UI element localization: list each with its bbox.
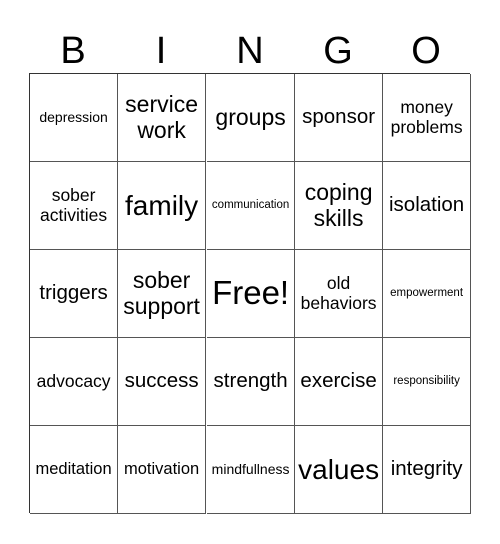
cell-label: empowerment [390, 287, 464, 300]
bingo-cell[interactable]: service work [118, 74, 207, 162]
bingo-cell[interactable]: values [295, 426, 384, 514]
cell-label: sober support [123, 266, 200, 319]
cell-label: values [298, 453, 380, 485]
cell-label: responsibility [393, 375, 460, 388]
bingo-cell[interactable]: family [118, 162, 207, 250]
cell-label: success [124, 369, 199, 393]
bingo-cell[interactable]: motivation [118, 426, 207, 514]
header-letter-g: G [323, 30, 353, 72]
cell-label: depression [39, 108, 108, 125]
bingo-cell[interactable]: sober support [118, 250, 207, 338]
cell-label: sponsor [302, 105, 376, 129]
cell-label: isolation [388, 193, 465, 217]
cell-label: Free! [212, 274, 290, 312]
cell-label: communication [211, 199, 290, 212]
free-space-cell[interactable]: Free! [207, 250, 296, 338]
bingo-cell[interactable]: sponsor [295, 74, 384, 162]
bingo-cell[interactable]: advocacy [30, 338, 119, 426]
bingo-cell[interactable]: meditation [30, 426, 119, 514]
cell-label: money problems [390, 96, 463, 137]
bingo-cell[interactable]: mindfullness [207, 426, 296, 514]
bingo-cell[interactable]: groups [207, 74, 296, 162]
cell-label: service work [125, 90, 199, 143]
cell-label: advocacy [36, 370, 111, 391]
cell-label: motivation [123, 460, 200, 479]
bingo-cell[interactable]: money problems [383, 74, 472, 162]
bingo-cell[interactable]: communication [207, 162, 296, 250]
bingo-cell[interactable]: sober activities [30, 162, 119, 250]
cell-label: strength [213, 369, 288, 393]
header-letter-b: B [60, 30, 86, 72]
cell-label: family [125, 189, 199, 221]
cell-label: integrity [390, 457, 463, 481]
header-letter-n: N [236, 30, 264, 72]
bingo-cell[interactable]: exercise [295, 338, 384, 426]
header-letter-o: O [411, 30, 441, 72]
header-letter-i: I [155, 30, 167, 72]
cell-label: coping skills [304, 178, 373, 231]
cell-label: sober activities [40, 184, 108, 225]
bingo-cell[interactable]: strength [207, 338, 296, 426]
bingo-cell[interactable]: integrity [383, 426, 472, 514]
bingo-cell[interactable]: empowerment [383, 250, 472, 338]
cell-label: old behaviors [300, 272, 377, 313]
bingo-cell[interactable]: coping skills [295, 162, 384, 250]
bingo-cell[interactable]: isolation [383, 162, 472, 250]
bingo-cell[interactable]: old behaviors [295, 250, 384, 338]
cell-label: triggers [39, 281, 108, 305]
bingo-cell[interactable]: success [118, 338, 207, 426]
cell-label: groups [215, 103, 286, 130]
cell-label: exercise [300, 369, 377, 393]
bingo-cell[interactable]: triggers [30, 250, 119, 338]
bingo-board: depression service work groups sponsor money… [29, 73, 472, 514]
bingo-header: B I N G O [29, 30, 470, 72]
cell-label: meditation [35, 460, 112, 479]
cell-label: mindfullness [211, 460, 290, 477]
bingo-cell[interactable]: depression [30, 74, 119, 162]
bingo-cell[interactable]: responsibility [383, 338, 472, 426]
